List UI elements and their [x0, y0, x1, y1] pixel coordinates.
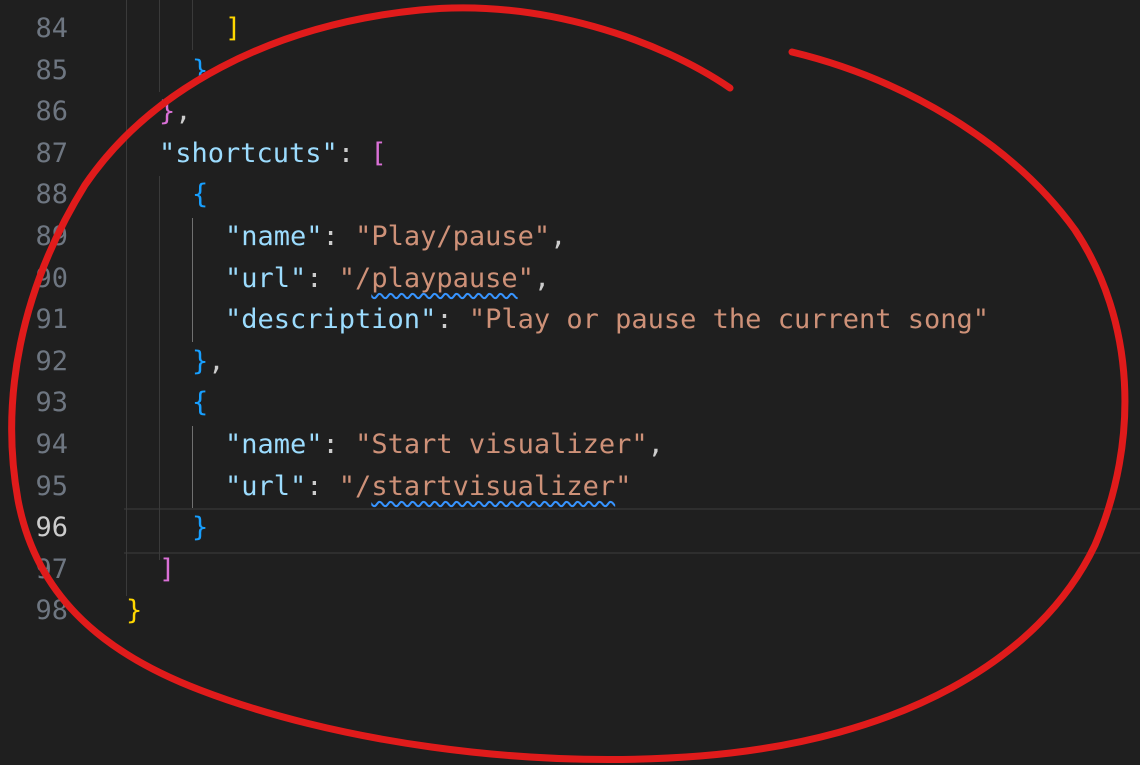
line-number: 97: [35, 553, 68, 585]
code-token: "name": [225, 429, 323, 460]
code-token: :: [436, 304, 469, 336]
code-line[interactable]: 94 "name": "Start visualizer",: [0, 424, 1140, 466]
code-line[interactable]: 98}: [0, 590, 1140, 632]
code-line[interactable]: 93 {: [0, 382, 1140, 424]
code-token: ,: [208, 345, 225, 377]
line-code: "url": "/startvisualizer": [225, 466, 631, 508]
code-token: {: [192, 179, 209, 211]
code-token: "description": [225, 304, 437, 336]
code-token: ]: [225, 13, 242, 44]
code-token: ": [517, 262, 534, 294]
line-code: "shortcuts": [: [159, 133, 387, 175]
code-token: "shortcuts": [159, 137, 338, 169]
line-number: 90: [35, 262, 68, 294]
code-token: "Play or pause the current song": [468, 304, 990, 336]
code-token: "Start visualizer": [355, 429, 648, 460]
line-code: {: [192, 174, 208, 216]
code-line[interactable]: 92},: [0, 341, 1140, 383]
code-token: :: [306, 262, 339, 294]
code-line[interactable]: 87 "shortcuts": [: [0, 133, 1140, 175]
line-number: 86: [35, 96, 68, 128]
code-line[interactable]: 89 "name": "Play/pause",: [0, 216, 1140, 258]
line-code: ]: [159, 549, 175, 591]
code-token: "/: [338, 470, 372, 502]
code-line[interactable]: 88 {: [0, 174, 1140, 216]
code-line[interactable]: 85}: [0, 50, 1140, 92]
code-token: ": [615, 470, 632, 502]
line-code: "name": "Play/pause",: [225, 216, 566, 258]
code-token: [: [370, 137, 387, 169]
code-line[interactable]: 95 "url": "/startvisualizer": [0, 466, 1140, 508]
code-line[interactable]: 84]: [0, 8, 1140, 50]
code-token: "url": [225, 262, 307, 294]
line-number: 92: [35, 345, 68, 377]
code-token: :: [337, 137, 371, 169]
line-number: 89: [35, 221, 68, 252]
line-number: 88: [35, 179, 68, 211]
code-token: }: [159, 96, 176, 128]
code-token: ,: [533, 262, 551, 294]
line-code: "description": "Play or pause the curren…: [225, 299, 989, 341]
code-token: {: [192, 387, 209, 419]
line-number: 94: [35, 429, 68, 460]
code-token: }: [126, 595, 143, 627]
line-code: "url": "/playpause",: [225, 258, 550, 300]
line-code: ]: [225, 8, 241, 50]
line-number: 95: [35, 470, 68, 502]
code-line[interactable]: 90 "url": "/playpause",: [0, 258, 1140, 300]
spelling-warning-token: playpause: [371, 262, 518, 294]
line-code: },: [159, 91, 192, 133]
code-token: "url": [225, 470, 307, 502]
code-line[interactable]: 86},: [0, 91, 1140, 133]
line-code: "name": "Start visualizer",: [225, 424, 664, 466]
code-token: "name": [225, 221, 323, 252]
line-number: 84: [35, 13, 68, 44]
line-code: {: [192, 382, 208, 424]
line-number: 98: [35, 595, 68, 627]
line-code: }: [192, 50, 208, 92]
line-number: 87: [35, 137, 68, 169]
code-line[interactable]: 97]: [0, 549, 1140, 591]
line-code: },: [192, 341, 225, 383]
line-code: }: [126, 590, 142, 632]
line-number: 96: [35, 512, 68, 544]
code-line[interactable]: 96}: [0, 507, 1140, 549]
line-code: }: [192, 507, 208, 549]
code-line[interactable]: 91 "description": "Play or pause the curr…: [0, 299, 1140, 341]
code-token: }: [192, 345, 209, 377]
spelling-warning-token: startvisualizer: [371, 470, 616, 502]
code-token: "/: [338, 262, 372, 294]
line-number: 91: [35, 304, 68, 336]
code-token: "Play/pause": [355, 221, 551, 252]
code-token: ]: [159, 553, 176, 585]
code-token: ,: [550, 221, 567, 252]
code-token: :: [322, 429, 356, 460]
code-editor[interactable]: 84] 85} 86}, 87 "shortcuts": [88{89 "name": "…: [0, 0, 1140, 765]
line-number: 93: [35, 387, 68, 419]
code-token: }: [192, 512, 209, 544]
line-number: 85: [35, 54, 68, 86]
code-token: :: [306, 470, 339, 502]
code-token: :: [322, 221, 356, 252]
code-token: }: [192, 54, 209, 86]
code-token: ,: [647, 429, 664, 460]
code-token: ,: [175, 96, 192, 128]
